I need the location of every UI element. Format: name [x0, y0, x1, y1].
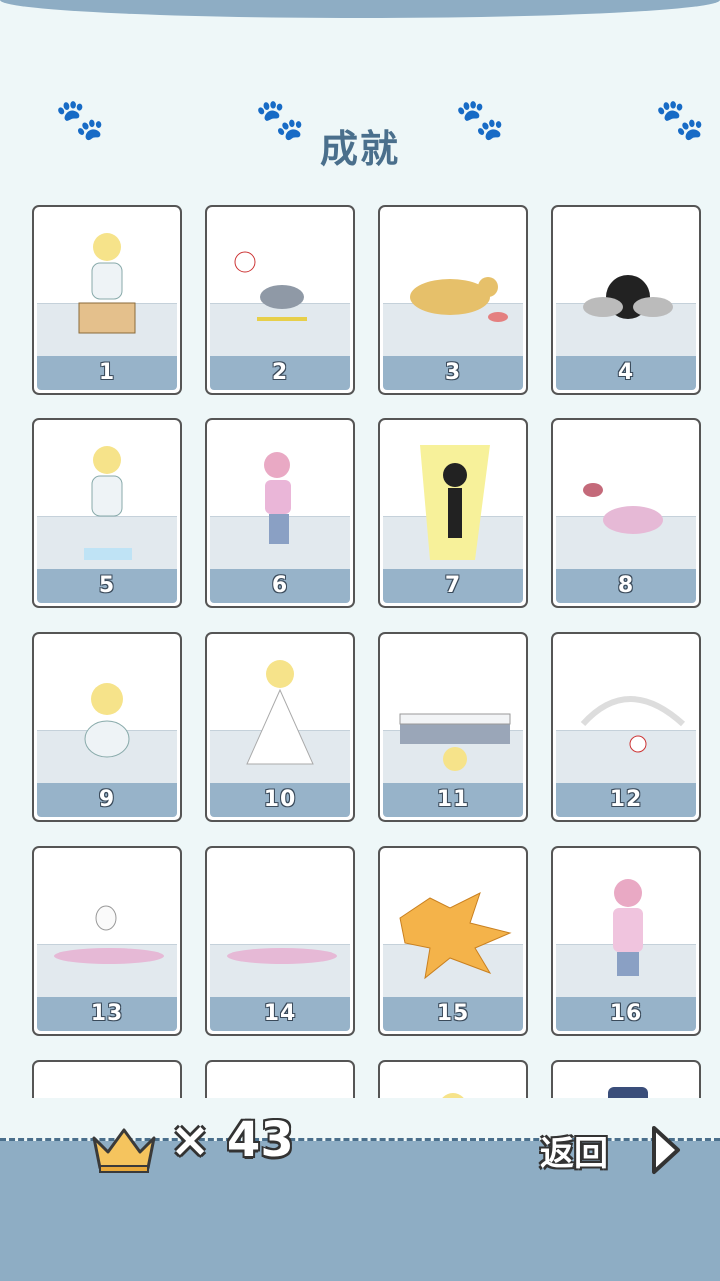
locked-card: [207, 1062, 353, 1100]
under-bed-icon: [399, 713, 511, 771]
achievement-card[interactable]: 6: [205, 418, 355, 608]
achievement-number: 5: [37, 569, 177, 603]
blonde-character-icon: [440, 1093, 466, 1100]
dust-cloud-icon: [580, 696, 686, 753]
achievement-card[interactable]: 5: [32, 418, 182, 608]
achievement-number: 3: [383, 356, 523, 390]
achievement-card[interactable]: [32, 1060, 182, 1100]
achievement-number: 14: [210, 997, 350, 1031]
achievement-card[interactable]: 2: [205, 205, 355, 395]
achievement-number: 8: [556, 569, 696, 603]
achievement-grid: 1 2 3 4 5 6 7 8 9 10 11 12 13 14 15 16: [0, 0, 720, 1100]
locked-card: [34, 1062, 180, 1100]
girl-falling-icon: [583, 483, 663, 534]
achievement-card[interactable]: 16: [551, 846, 701, 1036]
explosion-icon: [399, 892, 512, 980]
achievement-card[interactable]: 11: [378, 632, 528, 822]
achievement-number: 1: [37, 356, 177, 390]
achievement-number: 11: [383, 783, 523, 817]
achievement-card[interactable]: 12: [551, 632, 701, 822]
back-button[interactable]: 返回: [540, 1122, 690, 1178]
girl-jumping-icon: [264, 452, 291, 544]
achievement-card[interactable]: [551, 1060, 701, 1100]
chevron-right-icon: [652, 1126, 680, 1174]
cat-girl-ice-icon: [84, 446, 132, 560]
achievement-number: 16: [556, 997, 696, 1031]
black-cat-smoke-icon: [583, 275, 673, 319]
achievement-card[interactable]: 10: [205, 632, 355, 822]
cat-girl-crouch-icon: [84, 683, 130, 758]
achievement-card[interactable]: 4: [551, 205, 701, 395]
achievement-number: 12: [556, 783, 696, 817]
dress-girl-icon: [246, 660, 314, 765]
achievement-card[interactable]: 1: [32, 205, 182, 395]
electric-skeleton-icon: [420, 445, 490, 560]
achievement-card[interactable]: 9: [32, 632, 182, 822]
back-label: 返回: [540, 1134, 608, 1174]
achievement-number: 4: [556, 356, 696, 390]
police-character-icon: [608, 1087, 648, 1100]
girl-ghost-icon: [54, 905, 164, 964]
girl-lying-icon: [227, 948, 337, 964]
achievement-card[interactable]: 13: [32, 846, 182, 1036]
achievement-card[interactable]: 14: [205, 846, 355, 1036]
achievement-card[interactable]: 7: [378, 418, 528, 608]
achievement-number: 6: [210, 569, 350, 603]
girl-standing-icon: [613, 879, 643, 976]
achievement-card[interactable]: 3: [378, 205, 528, 395]
crown-count: × 43: [170, 1112, 294, 1168]
crown-icon: [92, 1128, 156, 1173]
achievement-number: 7: [383, 569, 523, 603]
achievement-card[interactable]: 8: [551, 418, 701, 608]
achievement-number: 13: [37, 997, 177, 1031]
achievement-card[interactable]: [205, 1060, 355, 1100]
dog-food-bowl-icon: [410, 277, 508, 322]
cat-girl-box-icon: [78, 233, 136, 334]
achievement-card[interactable]: 15: [378, 846, 528, 1036]
achievement-card[interactable]: [378, 1060, 528, 1100]
angry-cat-icon: [234, 251, 307, 321]
achievement-number: 2: [210, 356, 350, 390]
achievement-number: 10: [210, 783, 350, 817]
achievement-number: 15: [383, 997, 523, 1031]
achievement-number: 9: [37, 783, 177, 817]
